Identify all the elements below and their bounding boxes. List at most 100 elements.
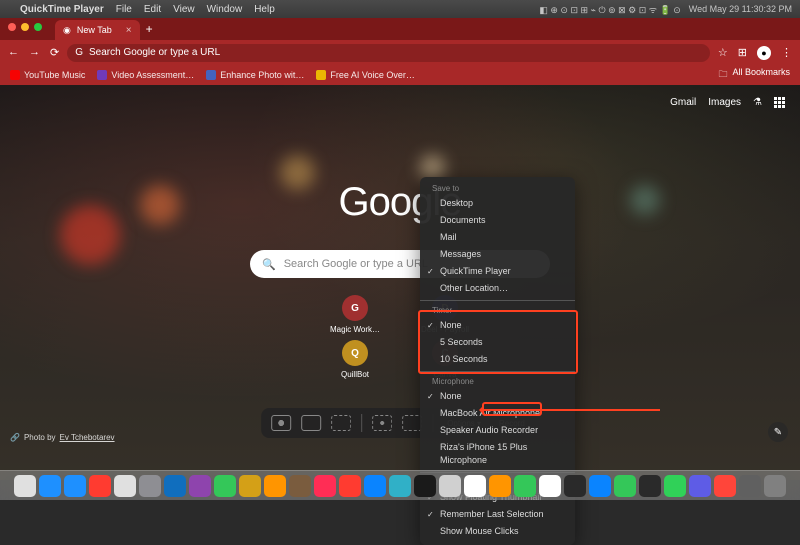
timer-none[interactable]: None xyxy=(420,317,575,334)
section-save-to: Save to xyxy=(420,182,575,195)
dock-app-23[interactable] xyxy=(589,475,611,497)
dock-app-22[interactable] xyxy=(564,475,586,497)
dock-app-20[interactable] xyxy=(514,475,536,497)
tab-favicon: ◉ xyxy=(63,25,71,36)
dock-app-15[interactable] xyxy=(389,475,411,497)
status-icons[interactable]: ◧ ⊕ ⊙ ⊡ ⊞ ⌁ ⏻ ⊚ ⊠ ⚙ ⊡ ᯤ 🔋 ⊙ xyxy=(539,3,680,16)
mic-macbook[interactable]: MacBook Air Microphone xyxy=(420,405,575,422)
dock-app-4[interactable] xyxy=(114,475,136,497)
dock-app-14[interactable] xyxy=(364,475,386,497)
chrome-toolbar: ← → ⟳ G Search Google or type a URL ☆ ⊞ … xyxy=(0,40,800,65)
dock-app-3[interactable] xyxy=(89,475,111,497)
omnibox-text: Search Google or type a URL xyxy=(89,47,220,58)
bookmark-star-icon[interactable]: ☆ xyxy=(718,46,728,60)
dock-app-2[interactable] xyxy=(64,475,86,497)
dock-app-30[interactable] xyxy=(764,475,786,497)
menu-window[interactable]: Window xyxy=(207,4,243,15)
mic-speaker[interactable]: Speaker Audio Recorder xyxy=(420,422,575,439)
menu-file[interactable]: File xyxy=(116,4,132,15)
dock-app-16[interactable] xyxy=(414,475,436,497)
dock-app-8[interactable] xyxy=(214,475,236,497)
dock-app-0[interactable] xyxy=(14,475,36,497)
save-documents[interactable]: Documents xyxy=(420,212,575,229)
section-microphone: Microphone xyxy=(420,375,575,388)
all-bookmarks-link[interactable]: 🗀All Bookmarks xyxy=(718,67,790,83)
wallpaper-credit[interactable]: 🔗 Photo by Ev Tchebotarev xyxy=(10,433,115,442)
new-tab-button[interactable]: + xyxy=(146,22,153,36)
close-tab-icon[interactable]: × xyxy=(126,25,132,36)
extensions-icon[interactable]: ⊞ xyxy=(738,46,747,60)
capture-entire-screen[interactable] xyxy=(271,415,291,431)
shortcut-magic-work[interactable]: GMagic Work… xyxy=(320,295,390,334)
timer-10s[interactable]: 10 Seconds xyxy=(420,351,575,368)
mic-iphone[interactable]: Riza's iPhone 15 Plus Microphone xyxy=(420,439,575,469)
shortcut-quillbot[interactable]: QQuillBot xyxy=(320,340,390,379)
section-timer: Timer xyxy=(420,304,575,317)
bookmark-ai-voice[interactable]: Free AI Voice Over… xyxy=(316,70,415,80)
forward-button[interactable]: → xyxy=(29,46,40,59)
save-other[interactable]: Other Location… xyxy=(420,280,575,297)
opt-clicks[interactable]: Show Mouse Clicks xyxy=(420,523,575,540)
chrome-tabstrip: ◉ New Tab × + xyxy=(0,18,800,40)
dock-app-27[interactable] xyxy=(689,475,711,497)
menu-help[interactable]: Help xyxy=(254,4,275,15)
timer-5s[interactable]: 5 Seconds xyxy=(420,334,575,351)
google-apps-icon[interactable] xyxy=(774,97,785,108)
dock-app-11[interactable] xyxy=(289,475,311,497)
menu-view[interactable]: View xyxy=(173,4,195,15)
bookmark-youtube-music[interactable]: YouTube Music xyxy=(10,70,85,80)
window-controls[interactable] xyxy=(8,23,42,31)
dock-app-17[interactable] xyxy=(439,475,461,497)
address-bar[interactable]: G Search Google or type a URL xyxy=(67,44,710,62)
labs-icon[interactable]: ⚗ xyxy=(753,97,762,108)
dock-app-24[interactable] xyxy=(614,475,636,497)
folder-icon: 🗀 xyxy=(718,67,727,83)
tab-title: New Tab xyxy=(77,25,112,35)
dock-app-1[interactable] xyxy=(39,475,61,497)
record-entire-screen[interactable] xyxy=(372,415,392,431)
link-icon: 🔗 xyxy=(10,433,20,442)
dock-app-6[interactable] xyxy=(164,475,186,497)
save-messages[interactable]: Messages xyxy=(420,246,575,263)
capture-window[interactable] xyxy=(301,415,321,431)
dock-app-19[interactable] xyxy=(489,475,511,497)
customize-button[interactable]: ✎ xyxy=(768,422,788,442)
gmail-link[interactable]: Gmail xyxy=(670,97,696,108)
bookmark-enhance-photo[interactable]: Enhance Photo wit… xyxy=(206,70,304,80)
dock-app-13[interactable] xyxy=(339,475,361,497)
dock-app-21[interactable] xyxy=(539,475,561,497)
menu-edit[interactable]: Edit xyxy=(144,4,161,15)
bookmarks-bar: YouTube Music Video Assessment… Enhance … xyxy=(0,65,800,85)
macos-dock xyxy=(0,470,800,500)
back-button[interactable]: ← xyxy=(8,46,19,59)
profile-icon[interactable]: ● xyxy=(757,46,771,60)
search-icon: G xyxy=(75,47,83,58)
menubar-clock[interactable]: Wed May 29 11:30:32 PM xyxy=(689,4,792,14)
search-placeholder: Search Google or type a URL xyxy=(284,258,428,270)
capture-selection[interactable] xyxy=(331,415,351,431)
mic-none[interactable]: None xyxy=(420,388,575,405)
dock-app-12[interactable] xyxy=(314,475,336,497)
dock-app-7[interactable] xyxy=(189,475,211,497)
dock-app-28[interactable] xyxy=(714,475,736,497)
app-name[interactable]: QuickTime Player xyxy=(20,4,104,15)
dock-app-29[interactable] xyxy=(739,475,761,497)
save-mail[interactable]: Mail xyxy=(420,229,575,246)
dock-app-25[interactable] xyxy=(639,475,661,497)
dock-app-26[interactable] xyxy=(664,475,686,497)
opt-remember[interactable]: Remember Last Selection xyxy=(420,506,575,523)
chrome-new-tab-page: Gmail Images ⚗ Google 🔍 Search Google or… xyxy=(0,85,800,480)
bookmark-video-assessment[interactable]: Video Assessment… xyxy=(97,70,194,80)
browser-tab[interactable]: ◉ New Tab × xyxy=(55,20,140,40)
chrome-menu-icon[interactable]: ⋮ xyxy=(781,46,792,60)
dock-app-5[interactable] xyxy=(139,475,161,497)
save-quicktime[interactable]: QuickTime Player xyxy=(420,263,575,280)
reload-button[interactable]: ⟳ xyxy=(50,46,59,59)
save-desktop[interactable]: Desktop xyxy=(420,195,575,212)
annotation-arrow xyxy=(480,409,660,411)
dock-app-9[interactable] xyxy=(239,475,261,497)
search-icon: 🔍 xyxy=(262,258,276,271)
dock-app-10[interactable] xyxy=(264,475,286,497)
dock-app-18[interactable] xyxy=(464,475,486,497)
images-link[interactable]: Images xyxy=(708,97,741,108)
